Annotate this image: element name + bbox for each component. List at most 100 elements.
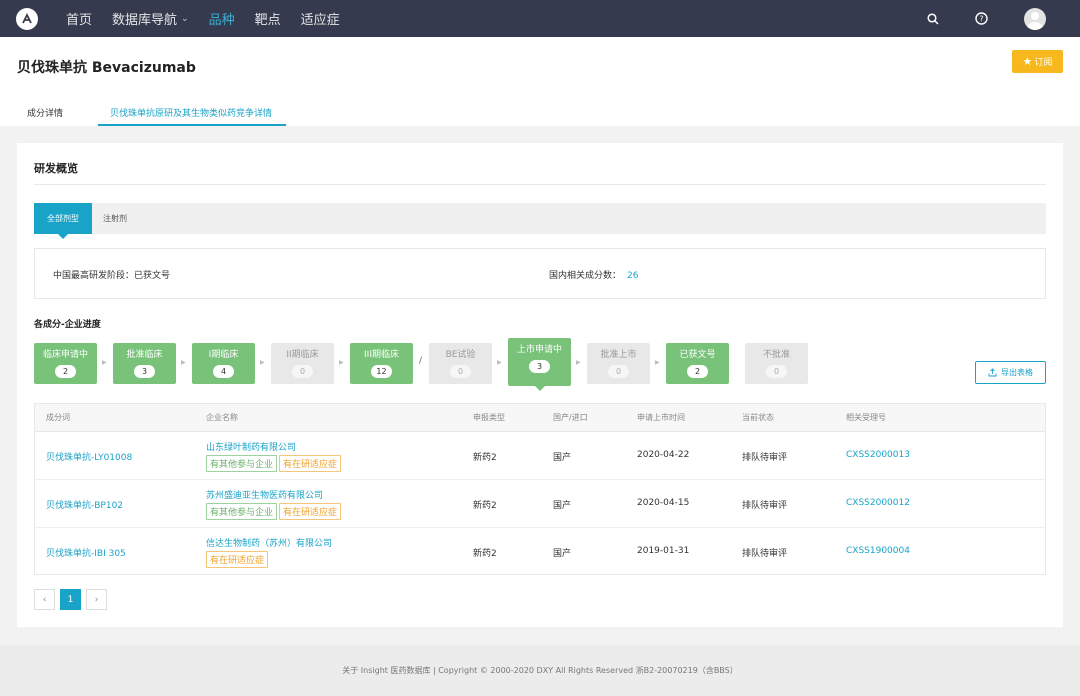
subscribe-button[interactable]: ★ 订阅 — [1012, 50, 1063, 73]
avatar[interactable] — [1024, 7, 1046, 30]
logo[interactable] — [16, 7, 38, 30]
column-header: 相关受理号 — [846, 413, 886, 422]
arrow-right-icon: ▶ — [260, 359, 265, 366]
nav-label: 适应症 — [300, 13, 340, 28]
type-cell: 新药2 — [473, 501, 497, 511]
arrow-right-icon: ▶ — [576, 359, 581, 366]
type-cell: 新药2 — [473, 453, 497, 463]
stage-be-trial[interactable]: BE试验 0 — [429, 343, 492, 384]
column-header: 国产/进口 — [553, 413, 588, 422]
tag-indications[interactable]: 有在研适应症 — [279, 503, 342, 520]
export-table-button[interactable]: 导出表格 — [975, 361, 1046, 384]
stage-count: 3 — [529, 360, 550, 373]
pagination: ‹ 1 › — [34, 589, 107, 610]
stage-count: 2 — [55, 365, 76, 378]
nav-label: 数据库导航 — [112, 13, 178, 28]
related-count: 国内相关成分数： 26 — [549, 268, 638, 281]
stage-phase-3[interactable]: III期临床 12 — [350, 343, 413, 384]
column-header: 申报类型 — [473, 413, 505, 422]
tab-competition-details[interactable]: 贝伐珠单抗原研及其生物类似药竞争详情 — [110, 106, 272, 119]
nav-item-home[interactable]: 首页 — [66, 9, 92, 28]
stage-label: 临床申请中 — [42, 350, 88, 360]
status-cell: 排队待审评 — [742, 549, 788, 559]
stage-count: 0 — [450, 365, 471, 378]
separator-slash: / — [419, 356, 423, 366]
nav-item-variety[interactable]: 品种 — [209, 9, 235, 28]
svg-text:?: ? — [979, 15, 983, 24]
ingredient-link[interactable]: 贝伐珠单抗-IBI 305 — [46, 546, 126, 559]
export-label: 导出表格 — [1001, 368, 1033, 377]
date-cell: 2020-04-22 — [637, 450, 690, 460]
help-icon[interactable]: ? — [972, 10, 990, 28]
status-cell: 排队待审评 — [742, 501, 788, 511]
stage-clinical-application[interactable]: 临床申请中 2 — [34, 343, 97, 384]
prev-page-button[interactable]: ‹ — [34, 589, 55, 610]
date-cell: 2020-04-15 — [637, 498, 690, 508]
related-count-value[interactable]: 26 — [627, 271, 638, 281]
stage-phase-1[interactable]: I期临床 4 — [192, 343, 255, 384]
nav-item-target[interactable]: 靶点 — [255, 9, 281, 28]
stage-label: 不批准 — [762, 350, 790, 360]
arrow-right-icon: ▶ — [181, 359, 186, 366]
stage-count: 0 — [292, 365, 313, 378]
stage-market-approved[interactable]: 批准上市 0 — [587, 343, 650, 384]
divider — [34, 184, 1046, 185]
stage-count: 0 — [608, 365, 629, 378]
stage-market-application[interactable]: 上市申请中 3 — [508, 338, 571, 391]
tag-indications[interactable]: 有在研适应症 — [279, 455, 342, 472]
tag-indications[interactable]: 有在研适应症 — [206, 551, 269, 568]
stage-count: 0 — [766, 365, 787, 378]
next-page-button[interactable]: › — [86, 589, 107, 610]
stage-rejected[interactable]: 不批准 0 — [745, 343, 808, 384]
tab-injection[interactable]: 注射剂 — [92, 203, 138, 234]
export-icon — [988, 368, 997, 377]
form-tabs: 全部剂型 注射剂 — [34, 203, 1046, 239]
related-count-label: 国内相关成分数： — [549, 271, 622, 281]
origin-cell: 国产 — [553, 501, 572, 511]
table-row: 贝伐珠单抗-LY01008 山东绿叶制药有限公司 有其他参与企业 有在研适应症 … — [35, 432, 1045, 480]
stage-label: I期临床 — [208, 350, 239, 360]
stage-label: 批准临床 — [126, 350, 163, 360]
company-cell: 苏州盛迪亚生物医药有限公司 有其他参与企业 有在研适应症 — [206, 488, 342, 520]
ingredient-link[interactable]: 贝伐珠单抗-BP102 — [46, 498, 123, 511]
stage-clinical-approved[interactable]: 批准临床 3 — [113, 343, 176, 384]
logo-icon — [22, 12, 32, 23]
page-title: 贝伐珠单抗 Bevacizumab — [17, 60, 196, 76]
tab-ingredient-details[interactable]: 成分详情 — [27, 106, 63, 119]
star-icon: ★ — [1022, 55, 1033, 68]
stage-count: 4 — [213, 365, 234, 378]
page-header: 贝伐珠单抗 Bevacizumab ★ 订阅 成分详情 贝伐珠单抗原研及其生物类… — [0, 37, 1080, 126]
stage-license-obtained[interactable]: 已获文号 2 — [666, 343, 729, 384]
page-button-current[interactable]: 1 — [60, 589, 81, 610]
tag-other-companies[interactable]: 有其他参与企业 — [206, 503, 278, 520]
company-link[interactable]: 信达生物制药（苏州）有限公司 — [206, 536, 332, 549]
column-header: 企业名称 — [206, 413, 238, 422]
tag-other-companies[interactable]: 有其他参与企业 — [206, 455, 278, 472]
stage-count: 12 — [371, 365, 392, 378]
stage-phase-2[interactable]: II期临床 0 — [271, 343, 334, 384]
acceptance-no-link[interactable]: CXSS1900004 — [846, 546, 910, 556]
type-cell: 新药2 — [473, 549, 497, 559]
company-link[interactable]: 苏州盛迪亚生物医药有限公司 — [206, 488, 341, 501]
stage-label: 已获文号 — [679, 350, 716, 360]
ingredient-link[interactable]: 贝伐珠单抗-LY01008 — [46, 450, 132, 463]
arrow-right-icon: ▶ — [497, 359, 502, 366]
table-row: 贝伐珠单抗-BP102 苏州盛迪亚生物医药有限公司 有其他参与企业 有在研适应症… — [35, 480, 1045, 528]
origin-cell: 国产 — [553, 549, 572, 559]
stage-label: BE试验 — [445, 350, 476, 360]
nav-item-indication[interactable]: 适应症 — [301, 9, 340, 28]
active-tab-indicator — [98, 124, 286, 126]
company-link[interactable]: 山东绿叶制药有限公司 — [206, 440, 341, 453]
footer-text: 关于 Insight 医药数据库 | Copyright © 2000-2020… — [342, 666, 738, 675]
origin-cell: 国产 — [553, 453, 572, 463]
progress-title: 各成分-企业进度 — [34, 320, 101, 330]
stage-label: 批准上市 — [600, 350, 637, 360]
nav-label: 首页 — [66, 13, 93, 28]
search-icon[interactable] — [924, 10, 942, 28]
tab-all-forms[interactable]: 全部剂型 — [34, 203, 92, 239]
acceptance-no-link[interactable]: CXSS2000012 — [846, 498, 910, 508]
arrow-right-icon: ▶ — [339, 359, 344, 366]
acceptance-no-link[interactable]: CXSS2000013 — [846, 450, 910, 460]
nav-item-database[interactable]: 数据库导航 ⌄ — [112, 9, 189, 28]
stage-label: III期临床 — [364, 350, 399, 360]
